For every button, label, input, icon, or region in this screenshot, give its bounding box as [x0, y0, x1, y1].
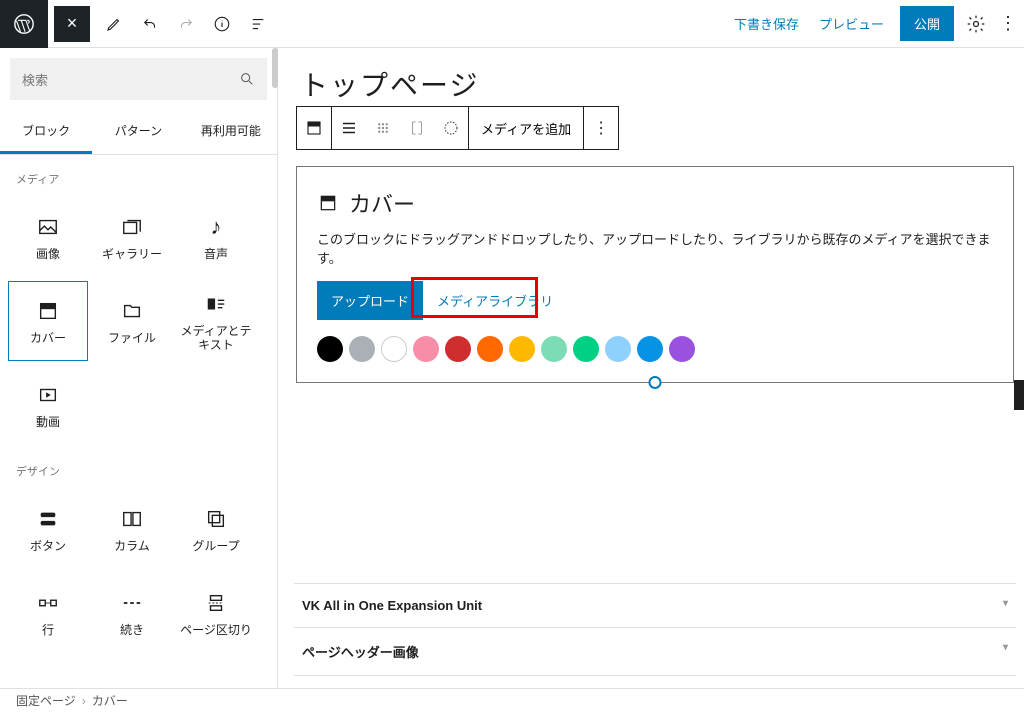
video-icon [37, 381, 59, 409]
row-icon [37, 589, 59, 617]
panel-page-header-image[interactable]: ページヘッダー画像 [294, 627, 1016, 675]
block-file[interactable]: ファイル [92, 281, 172, 361]
side-expand-handle[interactable] [1014, 380, 1024, 410]
color-swatch[interactable] [637, 336, 663, 362]
color-swatches [317, 336, 993, 362]
info-icon[interactable] [204, 0, 240, 48]
block-audio[interactable]: ♪音声 [176, 197, 256, 277]
cover-block-description: このブロックにドラッグアンドドロップしたり、アップロードしたり、ライブラリから既… [317, 229, 993, 267]
block-button[interactable]: ボタン [8, 489, 88, 569]
search-icon [239, 71, 255, 87]
redo-icon [168, 0, 204, 48]
edit-icon[interactable] [96, 0, 132, 48]
pagebreak-icon [205, 589, 227, 617]
toolbar-position-icon[interactable] [366, 107, 400, 149]
tab-patterns[interactable]: パターン [92, 110, 184, 154]
toolbar-more-icon[interactable]: ⋮ [584, 107, 618, 149]
media-library-button[interactable]: メディアライブラリ [423, 281, 567, 320]
block-row[interactable]: 行 [8, 573, 88, 653]
toolbar-align-icon[interactable] [332, 107, 366, 149]
columns-icon [121, 505, 143, 533]
media-text-icon [205, 290, 227, 318]
panel-custom-field[interactable]: カスタムフィールド [294, 675, 1016, 688]
block-partial-1[interactable] [8, 657, 88, 688]
undo-icon[interactable] [132, 0, 168, 48]
search-placeholder: 検索 [22, 70, 239, 89]
block-pagebreak[interactable]: ページ区切り [176, 573, 256, 653]
editor-canvas: トップページ メディアを追加 ⋮ カバー このブロックにドラッグアンドドロップし… [286, 48, 1024, 688]
toolbar-fullheight-icon[interactable] [400, 107, 434, 149]
breadcrumb-current: カバー [92, 692, 128, 709]
color-swatch[interactable] [445, 336, 471, 362]
cover-icon [317, 192, 339, 214]
preview-link[interactable]: プレビュー [809, 14, 894, 33]
color-swatch[interactable] [573, 336, 599, 362]
publish-button[interactable]: 公開 [900, 6, 954, 41]
block-video[interactable]: 動画 [8, 365, 88, 445]
block-more[interactable]: 続き [92, 573, 172, 653]
group-icon [205, 505, 227, 533]
more-icon [121, 589, 143, 617]
audio-icon: ♪ [211, 213, 222, 241]
color-swatch[interactable] [349, 336, 375, 362]
wordpress-logo[interactable] [0, 0, 48, 48]
button-icon [37, 505, 59, 533]
page-title[interactable]: トップページ [300, 64, 1024, 104]
gallery-icon [121, 213, 143, 241]
block-partial-2[interactable] [92, 657, 172, 688]
section-media-label: メディア [0, 155, 277, 195]
outline-icon[interactable] [240, 0, 276, 48]
inserter-tabs: ブロック パターン 再利用可能 [0, 110, 277, 155]
toolbar-duotone-icon[interactable] [434, 107, 468, 149]
chevron-right-icon: › [82, 694, 86, 708]
block-toolbar: メディアを追加 ⋮ [296, 106, 619, 150]
cover-icon [37, 297, 59, 325]
cover-block-title: カバー [349, 187, 415, 219]
image-icon [37, 213, 59, 241]
tab-blocks[interactable]: ブロック [0, 110, 92, 154]
color-swatch[interactable] [413, 336, 439, 362]
scrollbar[interactable] [272, 48, 278, 88]
color-swatch[interactable] [381, 336, 407, 362]
breadcrumb-footer: 固定ページ › カバー [0, 688, 1024, 712]
color-swatch[interactable] [509, 336, 535, 362]
section-design-label: デザイン [0, 447, 277, 487]
close-inserter-button[interactable]: × [54, 6, 90, 42]
file-icon [121, 297, 143, 325]
block-group[interactable]: グループ [176, 489, 256, 569]
more-menu-icon[interactable]: ⋮ [992, 0, 1024, 48]
block-inserter-sidebar: 検索 ブロック パターン 再利用可能 メディア 画像 ギャラリー ♪音声 カバー… [0, 48, 278, 688]
settings-icon[interactable] [960, 0, 992, 48]
color-swatch[interactable] [669, 336, 695, 362]
breadcrumb-root[interactable]: 固定ページ [16, 692, 76, 709]
tab-reusable[interactable]: 再利用可能 [185, 110, 277, 154]
color-swatch[interactable] [605, 336, 631, 362]
editor-header: × 下書き保存 プレビュー 公開 ⋮ [0, 0, 1024, 48]
save-draft-link[interactable]: 下書き保存 [724, 14, 809, 33]
block-cover[interactable]: カバー [8, 281, 88, 361]
cover-block-placeholder: カバー このブロックにドラッグアンドドロップしたり、アップロードしたり、ライブラ… [296, 166, 1014, 383]
block-gallery[interactable]: ギャラリー [92, 197, 172, 277]
color-swatch[interactable] [477, 336, 503, 362]
block-media-text[interactable]: メディアとテキスト [176, 281, 256, 361]
panel-vk[interactable]: VK All in One Expansion Unit [294, 583, 1016, 627]
toolbar-add-media[interactable]: メディアを追加 [469, 107, 583, 149]
resize-handle[interactable] [649, 376, 662, 389]
block-columns[interactable]: カラム [92, 489, 172, 569]
toolbar-block-type-icon[interactable] [297, 107, 331, 149]
upload-button[interactable]: アップロード [317, 281, 423, 320]
block-image[interactable]: 画像 [8, 197, 88, 277]
color-swatch[interactable] [541, 336, 567, 362]
search-input[interactable]: 検索 [10, 58, 267, 100]
color-swatch[interactable] [317, 336, 343, 362]
